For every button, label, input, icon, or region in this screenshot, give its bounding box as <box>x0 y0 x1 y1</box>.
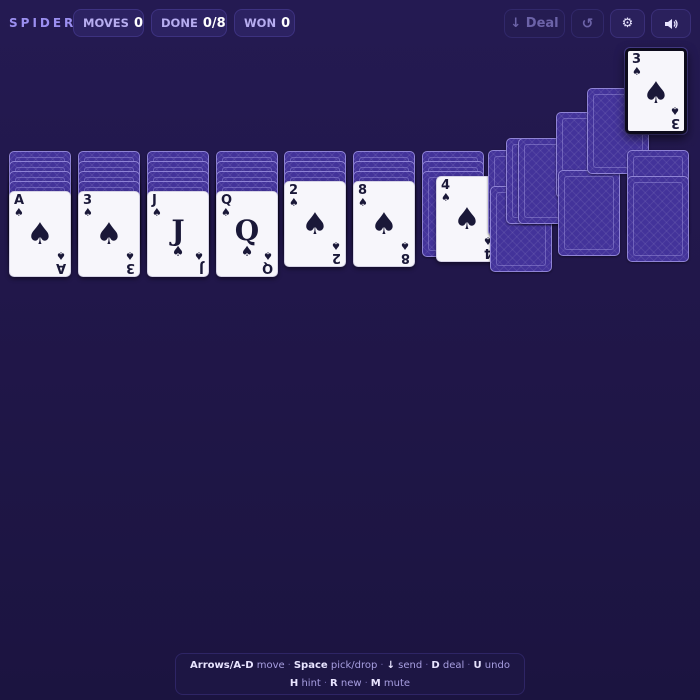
card-rank: J <box>199 260 204 275</box>
card-rank: Q <box>234 214 260 247</box>
help-key: Space <box>293 660 328 671</box>
spade-icon: ♠ <box>26 217 54 252</box>
help-action: send <box>398 660 423 671</box>
undo-icon: ↺ <box>581 15 594 32</box>
help-action: move <box>256 660 285 671</box>
help-action: pick/drop <box>330 660 378 671</box>
done-value: 0/8 <box>202 15 226 31</box>
separator: · <box>287 660 291 671</box>
card-rank: 2 <box>331 250 341 265</box>
help-action: hint <box>301 678 321 689</box>
gear-icon: ⚙ <box>621 16 634 31</box>
help-key: R <box>330 678 338 689</box>
held-card[interactable]: 3 ♠ ♠ ♠ 3 <box>625 48 687 134</box>
moves-value: 0 <box>133 15 143 31</box>
won-value: 0 <box>281 15 291 31</box>
playing-card[interactable]: 2 ♠ ♠ ♠ 2 <box>284 181 346 267</box>
help-key: D <box>431 660 440 671</box>
settings-button[interactable]: ⚙ <box>610 9 645 38</box>
playing-card[interactable]: 3 ♠ ♠ ♠ 3 <box>78 191 140 277</box>
playing-card[interactable]: J ♠ J ♠ ♠ J <box>147 191 209 277</box>
spade-icon: ♠ <box>83 206 93 219</box>
card-rank: 8 <box>400 250 410 265</box>
help-key: M <box>370 678 381 689</box>
help-action: mute <box>383 678 411 689</box>
card-rank: Q <box>261 260 273 275</box>
help-action: new <box>340 678 362 689</box>
done-label: DONE <box>161 16 198 30</box>
help-line-2: H hint · R new · M mute <box>176 675 524 693</box>
speaker-icon <box>665 18 678 29</box>
won-label: WON <box>244 16 277 30</box>
separator: · <box>323 678 328 689</box>
playing-card[interactable]: 8 ♠ ♠ ♠ 8 <box>353 181 415 267</box>
moves-counter: MOVES 0 <box>73 9 144 37</box>
help-key: U <box>473 660 482 671</box>
separator: · <box>425 660 429 671</box>
separator: · <box>467 660 471 671</box>
done-counter: DONE 0/8 <box>151 9 227 37</box>
separator: · <box>380 660 384 671</box>
card-rank: A <box>55 260 66 275</box>
help-key: H <box>289 678 299 689</box>
help-key: Arrows/A-D <box>190 660 254 671</box>
card-rank: 3 <box>125 260 135 275</box>
spade-icon: ♠ <box>14 206 24 219</box>
card-back <box>627 176 689 262</box>
spade-icon: ♠ <box>358 196 368 209</box>
spade-icon: ♠ <box>301 207 329 242</box>
top-bar: SPIDER MOVES 0 DONE 0/8 WON 0 ↓ Deal ↺ ⚙ <box>0 0 700 48</box>
card-rank: 3 <box>670 115 680 130</box>
playing-card[interactable]: Q ♠ Q ♠ ♠ Q <box>216 191 278 277</box>
card-back <box>558 170 620 256</box>
card-rank: J <box>171 214 185 247</box>
deal-button[interactable]: ↓ Deal <box>504 9 565 38</box>
keyboard-help: Arrows/A-D move · Space pick/drop · ↓ send · D… <box>175 653 525 695</box>
playing-card[interactable]: A ♠ ♠ ♠ A <box>9 191 71 277</box>
separator: · <box>364 678 368 689</box>
help-line-1: Arrows/A-D move · Space pick/drop · ↓ send · D… <box>176 657 524 675</box>
spade-icon: ♠ <box>441 191 451 204</box>
help-action: deal <box>442 660 465 671</box>
game-title: SPIDER <box>9 16 77 30</box>
undo-button[interactable]: ↺ <box>571 9 604 38</box>
spade-icon: ♠ <box>632 65 642 78</box>
help-key: ↓ <box>386 660 395 671</box>
spade-icon: ♠ <box>95 217 123 252</box>
sound-button[interactable] <box>651 9 691 38</box>
moves-label: MOVES <box>83 16 129 30</box>
spade-icon: ♠ <box>289 196 299 209</box>
won-counter: WON 0 <box>234 9 295 37</box>
spade-icon: ♠ <box>370 207 398 242</box>
help-action: undo <box>484 660 510 671</box>
